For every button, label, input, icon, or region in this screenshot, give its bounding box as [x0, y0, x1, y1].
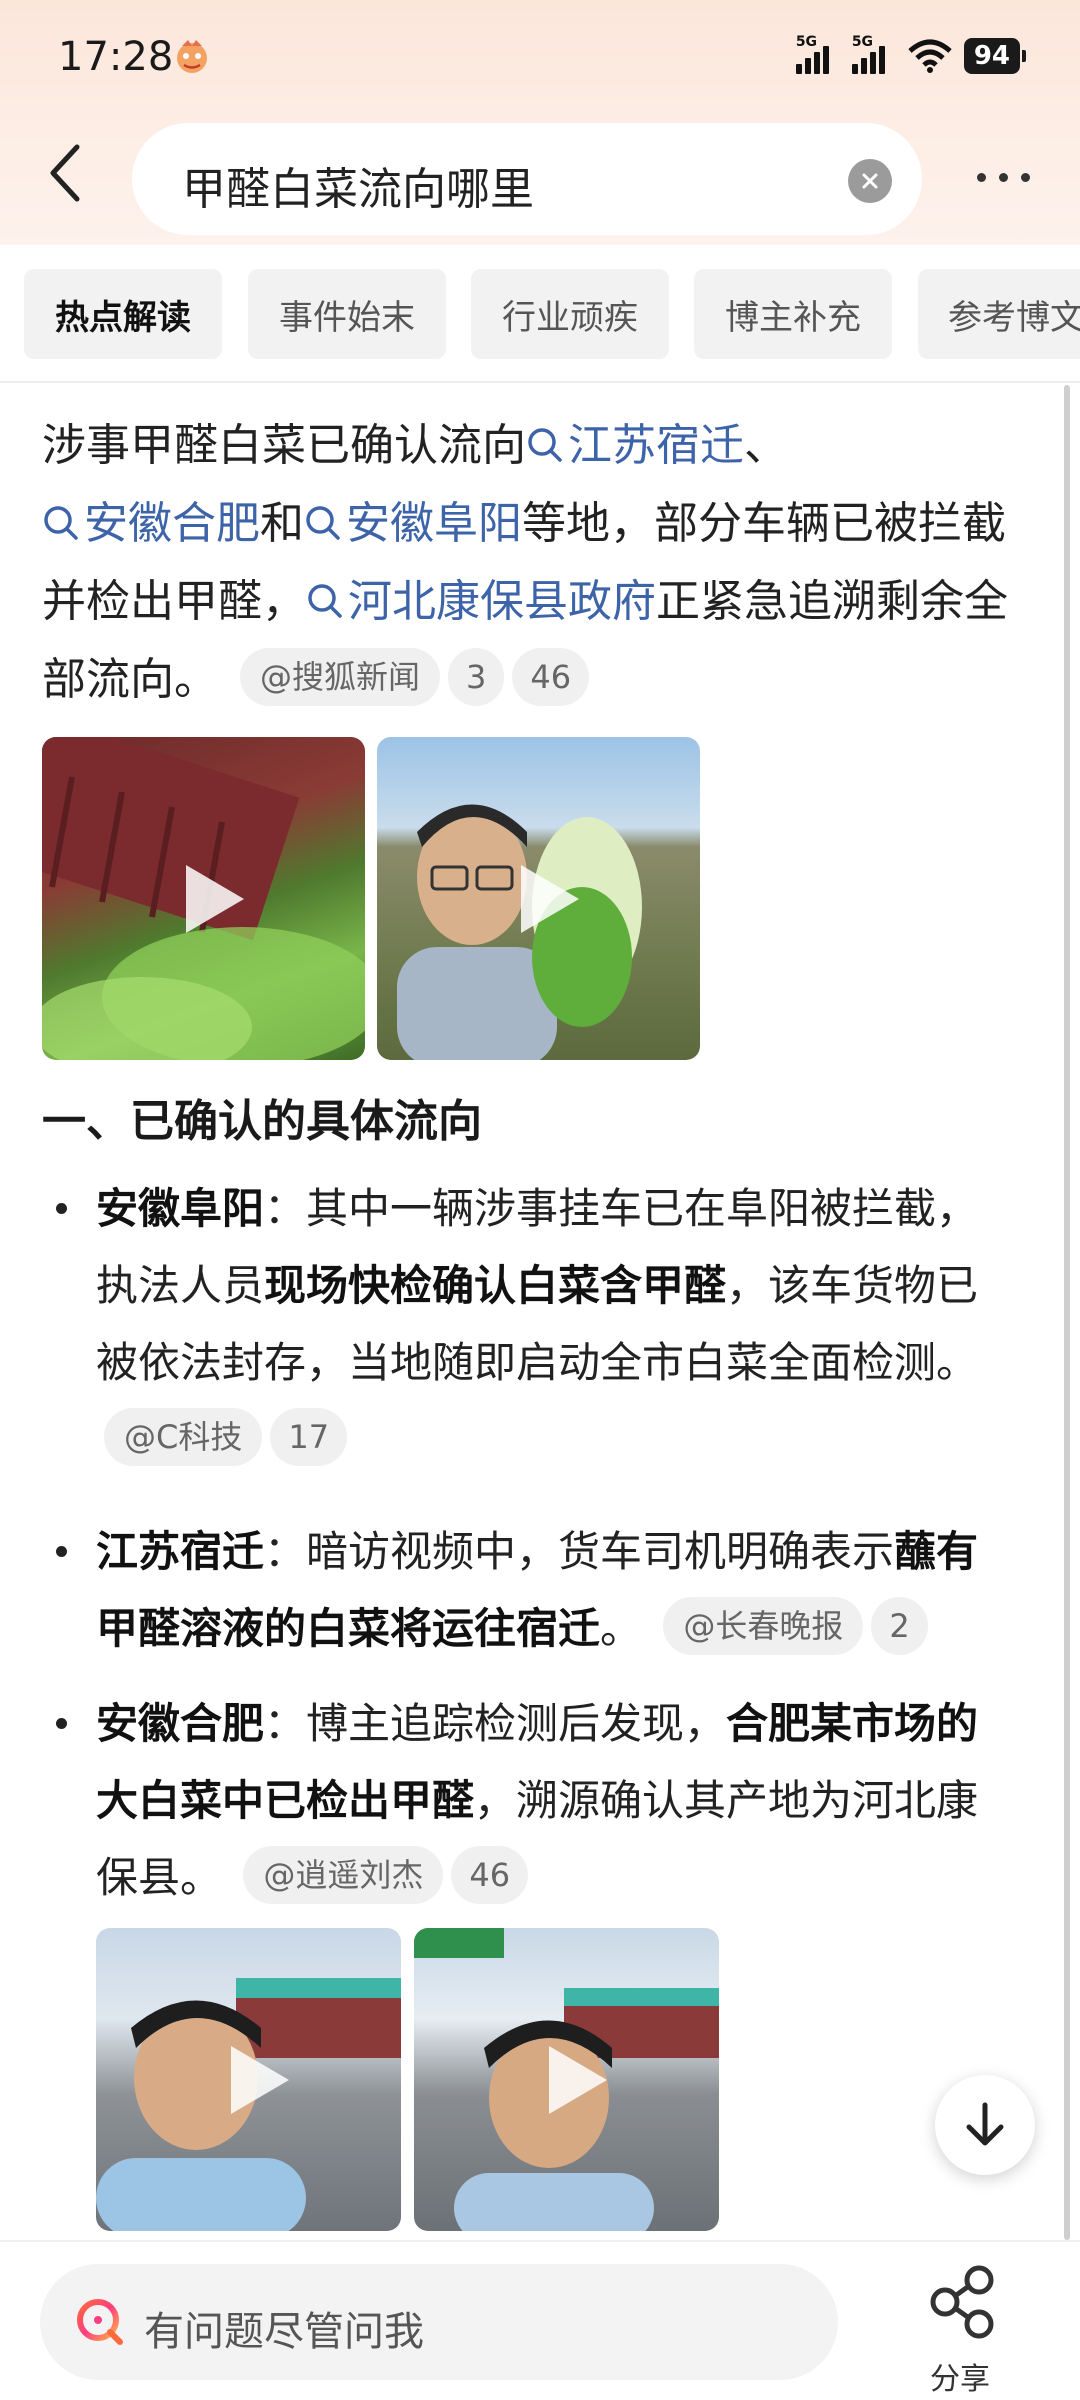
list-item: 江苏宿迁：暗访视频中，货车司机明确表示蘸有甲醛溶液的白菜将运往宿迁。 @长春晚报… — [56, 1513, 1016, 1667]
reference-count[interactable]: 46 — [512, 648, 590, 706]
ask-input[interactable]: 有问题尽管问我 — [40, 2264, 838, 2380]
source-tag[interactable]: @逍遥刘杰 — [243, 1846, 444, 1904]
signal-icon: 5G — [851, 34, 896, 74]
search-input[interactable]: 甲醛白菜流向哪里 — [132, 123, 922, 235]
status-bar: 17:28 5G 5G 94 — [0, 0, 1080, 115]
video-thumbnail[interactable] — [414, 1928, 719, 2231]
tab-event-timeline[interactable]: 事件始末 — [248, 269, 446, 359]
app-notification-icon — [177, 40, 207, 73]
search-link-icon — [306, 506, 340, 540]
status-time: 17:28 — [58, 34, 174, 80]
bottom-bar: 有问题尽管问我 分享 — [0, 2240, 1080, 2400]
video-thumbnail[interactable] — [96, 1928, 401, 2231]
ai-ask-icon — [77, 2299, 123, 2345]
reference-count[interactable]: 17 — [270, 1408, 348, 1466]
answer-content: 涉事甲醛白菜已确认流向 江苏宿迁、 安徽合肥和 安徽阜阳等地，部分车辆已被拦截并检出甲… — [0, 385, 1080, 2240]
back-button[interactable] — [30, 138, 100, 208]
search-header: 甲醛白菜流向哪里 — [0, 118, 1080, 240]
video-thumbnail[interactable] — [377, 737, 700, 1060]
source-tag[interactable]: @长春晚报 — [663, 1597, 864, 1655]
scroll-down-button[interactable] — [935, 2075, 1035, 2175]
intro-paragraph: 涉事甲醛白菜已确认流向 江苏宿迁、 安徽合肥和 安徽阜阳等地，部分车辆已被拦截并检出甲… — [42, 407, 1012, 719]
ask-placeholder: 有问题尽管问我 — [144, 2309, 424, 2355]
search-link[interactable]: 河北康保县政府 — [306, 576, 656, 627]
tab-hot-reading[interactable]: 热点解读 — [24, 269, 222, 359]
search-link[interactable]: 安徽阜阳 — [304, 498, 522, 549]
search-link-icon — [528, 428, 562, 462]
source-tag[interactable]: @C科技 — [104, 1408, 263, 1466]
clear-icon — [862, 173, 878, 189]
scroll-down-icon — [966, 2102, 1004, 2146]
reference-count[interactable]: 3 — [448, 648, 505, 706]
tab-reference-posts[interactable]: 参考博文 — [918, 269, 1080, 359]
share-icon — [930, 2265, 994, 2339]
share-label: 分享 — [930, 2362, 990, 2397]
list-item: 安徽合肥：博主追踪检测后发现，合肥某市场的大白菜中已检出甲醛，溯源确认其产地为河… — [56, 1685, 1016, 1916]
search-link-icon — [44, 506, 78, 540]
more-icon[interactable] — [977, 173, 1030, 182]
play-icon — [230, 2045, 289, 2114]
clear-button[interactable] — [848, 159, 892, 203]
tab-industry-issues[interactable]: 行业顽疾 — [471, 269, 669, 359]
video-thumbnail[interactable] — [42, 737, 365, 1060]
reference-count[interactable]: 2 — [871, 1597, 928, 1655]
search-link-icon — [308, 584, 342, 618]
intro-text: 、 — [744, 420, 788, 471]
scrollbar[interactable] — [1064, 385, 1070, 2240]
status-indicators: 5G 5G 94 — [795, 34, 1027, 74]
list-item: 安徽阜阳：其中一辆涉事挂车已在阜阳被拦截，执法人员现场快检确认白菜含甲醛，该车货… — [56, 1170, 1016, 1478]
source-tag[interactable]: @搜狐新闻 — [240, 648, 441, 706]
reference-count[interactable]: 46 — [451, 1846, 529, 1904]
intro-text: 和 — [260, 498, 304, 549]
tab-blogger-supplement[interactable]: 博主补充 — [694, 269, 892, 359]
back-arrow-icon — [50, 144, 80, 202]
share-button[interactable]: 分享 — [905, 2264, 1015, 2397]
play-icon — [548, 2045, 607, 2114]
wifi-icon — [908, 39, 952, 73]
play-icon — [520, 864, 579, 933]
topic-tabs: 热点解读 事件始末 行业顽疾 博主补充 参考博文 — [0, 245, 1080, 383]
play-icon — [185, 864, 244, 933]
battery-indicator: 94 — [963, 38, 1027, 74]
section-title: 一、已确认的具体流向 — [42, 1096, 482, 1147]
search-query: 甲醛白菜流向哪里 — [182, 164, 534, 215]
search-link[interactable]: 江苏宿迁 — [526, 420, 744, 471]
intro-text: 涉事甲醛白菜已确认流向 — [42, 420, 526, 471]
search-link[interactable]: 安徽合肥 — [42, 498, 260, 549]
signal-icon: 5G — [795, 34, 840, 74]
